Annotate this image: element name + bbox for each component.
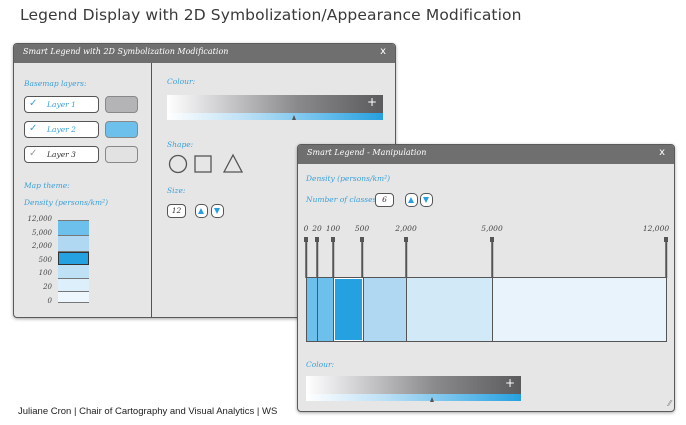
shape-picker	[168, 153, 244, 174]
checkbox-icon[interactable]: ✓	[29, 123, 37, 134]
close-button[interactable]: x	[380, 46, 386, 57]
class-segment[interactable]	[407, 278, 493, 341]
classes-input[interactable]: 6	[375, 193, 394, 207]
checkbox-icon[interactable]: ✓	[29, 148, 37, 159]
close-button[interactable]: x	[659, 147, 665, 158]
ramp-label: 100	[38, 269, 52, 277]
size-down-button[interactable]	[211, 204, 224, 218]
classes-up-button[interactable]	[405, 193, 418, 207]
colour-label: Colour:	[167, 77, 196, 86]
size-up-button[interactable]	[195, 204, 208, 218]
ramp-class[interactable]	[58, 236, 89, 252]
class-break-label: 2,000	[395, 224, 417, 233]
square-shape-icon[interactable]	[194, 155, 212, 173]
colour-slider-handle[interactable]	[430, 397, 434, 402]
class-break-label: 100	[325, 224, 341, 233]
resize-grip-icon[interactable]: ⁄⁄	[668, 399, 671, 408]
colour-slider-handle[interactable]	[292, 115, 296, 120]
circle-shape-icon[interactable]	[168, 154, 188, 174]
colour-gradient[interactable]: +	[306, 376, 521, 394]
break-line	[491, 241, 493, 278]
class-break-label: 20	[312, 224, 322, 233]
ramp-label: 20	[43, 283, 52, 291]
density-label: Density (persons/km²)	[24, 198, 109, 207]
break-line	[316, 241, 318, 278]
ramp-label: 12,000	[27, 215, 53, 223]
class-break-label: 500	[354, 224, 370, 233]
class-break-label: 5,000	[481, 224, 503, 233]
layer-name: Layer 1	[47, 100, 76, 109]
ramp-class-selected[interactable]	[58, 252, 89, 265]
layer-2-swatch[interactable]	[105, 121, 138, 138]
class-break-label: 12,000	[642, 224, 670, 233]
size-label: Size:	[167, 186, 186, 195]
arrow-up-icon	[198, 208, 204, 214]
layer-name: Layer 3	[47, 150, 76, 159]
break-line	[405, 241, 407, 278]
break-line	[305, 241, 307, 278]
slide-title: Legend Display with 2D Symbolization/App…	[20, 6, 522, 24]
layer-3-swatch[interactable]	[105, 146, 138, 163]
shape-label: Shape:	[167, 140, 194, 149]
break-line	[665, 241, 667, 278]
class-segment-selected[interactable]	[333, 277, 364, 342]
class-ramp	[58, 220, 89, 303]
ramp-label: 2,000	[31, 242, 52, 250]
add-stop-button[interactable]: +	[367, 95, 377, 109]
window-title: Smart Legend - Manipulation	[307, 148, 427, 157]
footer-credit: Juliane Cron | Chair of Cartography and …	[18, 406, 278, 417]
layer-name: Layer 2	[47, 125, 76, 134]
window-title: Smart Legend with 2D Symbolization Modif…	[23, 47, 229, 56]
triangle-shape-icon[interactable]	[222, 153, 244, 173]
break-line	[361, 241, 363, 278]
ramp-label: 500	[38, 256, 52, 264]
checkbox-icon[interactable]: ✓	[29, 98, 37, 109]
colour-gradient[interactable]: +	[167, 95, 383, 113]
arrow-down-icon	[214, 208, 220, 214]
ramp-class[interactable]	[58, 265, 89, 279]
layer-3-toggle[interactable]: ✓ Layer 3	[24, 146, 99, 163]
ramp-class[interactable]	[58, 279, 89, 292]
basemap-label: Basemap layers:	[24, 79, 87, 88]
layer-1-toggle[interactable]: ✓ Layer 1	[24, 96, 99, 113]
classes-down-button[interactable]	[420, 193, 433, 207]
colour-label: Colour:	[306, 360, 335, 369]
smart-legend-titlebar[interactable]: Smart Legend with 2D Symbolization Modif…	[14, 44, 395, 63]
manipulation-titlebar[interactable]: Smart Legend - Manipulation x	[298, 145, 674, 164]
ramp-class[interactable]	[58, 292, 89, 303]
class-segment[interactable]	[493, 278, 666, 341]
manipulation-window: Smart Legend - Manipulation x Density (p…	[297, 144, 675, 412]
add-stop-button[interactable]: +	[505, 376, 515, 390]
arrow-up-icon	[408, 197, 414, 203]
layer-1-swatch[interactable]	[105, 96, 138, 113]
classes-label: Number of classes:	[306, 195, 379, 204]
arrow-down-icon	[423, 197, 429, 203]
ramp-label: 5,000	[31, 229, 52, 237]
class-bar	[306, 277, 667, 342]
panel-divider	[151, 63, 152, 317]
class-segment[interactable]	[364, 278, 407, 341]
class-break-label: 0	[303, 224, 309, 233]
colour-range-bar[interactable]	[306, 394, 521, 401]
class-segment[interactable]	[318, 278, 334, 341]
layer-2-toggle[interactable]: ✓ Layer 2	[24, 121, 99, 138]
density-label: Density (persons/km²)	[306, 174, 391, 183]
size-input[interactable]: 12	[167, 204, 186, 218]
break-line	[332, 241, 334, 278]
ramp-label: 0	[47, 297, 52, 305]
ramp-class[interactable]	[58, 220, 89, 236]
colour-range-bar[interactable]	[167, 113, 383, 120]
map-theme-label: Map theme:	[24, 181, 70, 190]
class-segment[interactable]	[307, 278, 318, 341]
